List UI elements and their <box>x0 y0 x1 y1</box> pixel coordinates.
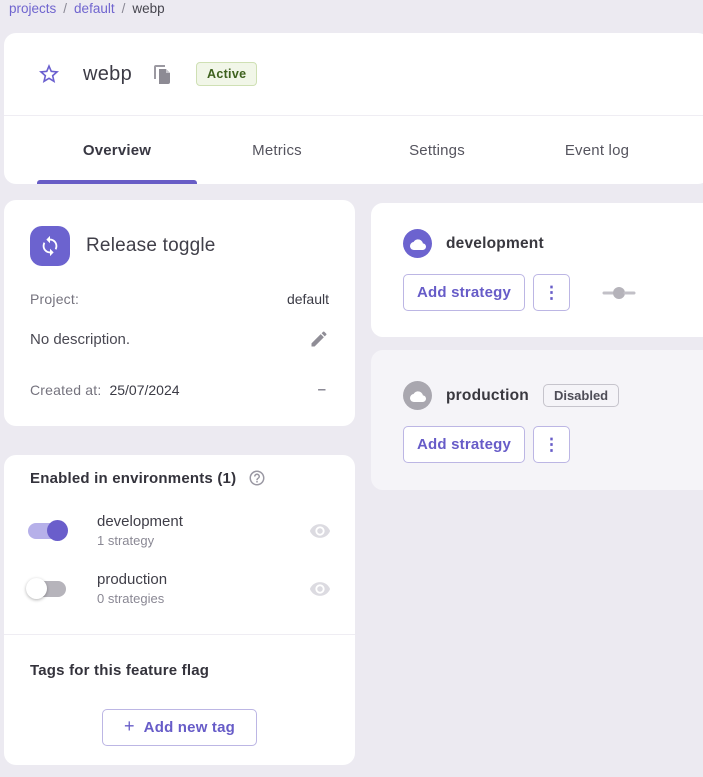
tab-overview[interactable]: Overview <box>37 116 197 184</box>
tags-title: Tags for this feature flag <box>30 662 209 679</box>
toggle-knob <box>26 578 47 599</box>
feature-title-row: webp Active <box>4 33 703 115</box>
project-row: Project: default <box>30 291 329 307</box>
commit-icon <box>602 286 636 300</box>
description-row: No description. <box>30 329 329 349</box>
project-value: default <box>287 291 329 307</box>
created-value: 25/07/2024 <box>109 382 179 398</box>
help-icon[interactable] <box>248 469 266 487</box>
tab-event-log[interactable]: Event log <box>517 116 677 184</box>
add-strategy-button[interactable]: Add strategy <box>403 274 525 311</box>
add-new-tag-button[interactable]: + Add new tag <box>102 709 257 746</box>
environment-name: production <box>97 571 309 588</box>
project-label: Project: <box>30 291 79 307</box>
environment-strategy-count: 0 strategies <box>97 591 309 606</box>
production-toggle[interactable] <box>26 578 68 599</box>
breadcrumb-default[interactable]: default <box>74 1 115 16</box>
kebab-menu-icon[interactable]: ⋮ <box>533 274 570 311</box>
cloud-icon <box>403 381 432 410</box>
created-row: Created at: 25/07/2024 – <box>30 381 329 398</box>
copy-icon[interactable] <box>153 64 171 84</box>
star-icon[interactable] <box>37 62 61 86</box>
environment-strategy-count: 1 strategy <box>97 533 309 548</box>
environment-panel-name: development <box>446 235 544 253</box>
plus-icon: + <box>124 716 135 737</box>
created-label: Created at: <box>30 382 101 398</box>
breadcrumb-separator: / <box>122 1 126 16</box>
flag-type-row: Release toggle <box>30 226 329 266</box>
panel-header: production Disabled <box>403 381 619 410</box>
flag-type-label: Release toggle <box>86 235 216 257</box>
flag-details-card: Release toggle Project: default No descr… <box>4 200 355 426</box>
created-group: Created at: 25/07/2024 <box>30 382 180 398</box>
panel-actions: Add strategy ⋮ <box>403 274 636 311</box>
page-title: webp <box>83 63 132 86</box>
add-new-tag-label: Add new tag <box>144 719 235 736</box>
environment-name: development <box>97 513 309 530</box>
environment-panel-name: production <box>446 387 529 405</box>
tab-bar: Overview Metrics Settings Event log <box>4 116 703 184</box>
eye-icon[interactable] <box>309 578 331 600</box>
breadcrumb-current: webp <box>132 1 164 16</box>
divider <box>4 634 355 635</box>
environment-row-development: development 1 strategy <box>26 513 331 548</box>
eye-icon[interactable] <box>309 520 331 542</box>
description-text: No description. <box>30 331 130 348</box>
development-toggle[interactable] <box>26 520 68 541</box>
cloud-icon <box>403 229 432 258</box>
environment-panel-production: production Disabled Add strategy ⋮ <box>371 350 703 490</box>
tab-settings[interactable]: Settings <box>357 116 517 184</box>
environments-card: Enabled in environments (1) development … <box>4 455 355 765</box>
edit-icon[interactable] <box>309 329 329 349</box>
breadcrumb: projects / default / webp <box>9 1 165 16</box>
sync-icon <box>30 226 70 266</box>
environments-title: Enabled in environments (1) <box>30 470 236 487</box>
environments-title-row: Enabled in environments (1) <box>30 469 266 487</box>
status-badge: Active <box>196 62 257 86</box>
environment-labels: production 0 strategies <box>97 571 309 606</box>
feature-header-card: webp Active Overview Metrics Settings Ev… <box>4 33 703 184</box>
environment-panel-development: development Add strategy ⋮ <box>371 203 703 337</box>
tab-metrics[interactable]: Metrics <box>197 116 357 184</box>
kebab-menu-icon[interactable]: ⋮ <box>533 426 570 463</box>
toggle-knob <box>47 520 68 541</box>
breadcrumb-separator: / <box>63 1 67 16</box>
environment-labels: development 1 strategy <box>97 513 309 548</box>
add-strategy-button[interactable]: Add strategy <box>403 426 525 463</box>
panel-header: development <box>403 229 544 258</box>
environment-row-production: production 0 strategies <box>26 571 331 606</box>
empty-value-dash: – <box>318 381 329 398</box>
panel-actions: Add strategy ⋮ <box>403 426 570 463</box>
disabled-badge: Disabled <box>543 384 619 407</box>
breadcrumb-projects[interactable]: projects <box>9 1 56 16</box>
